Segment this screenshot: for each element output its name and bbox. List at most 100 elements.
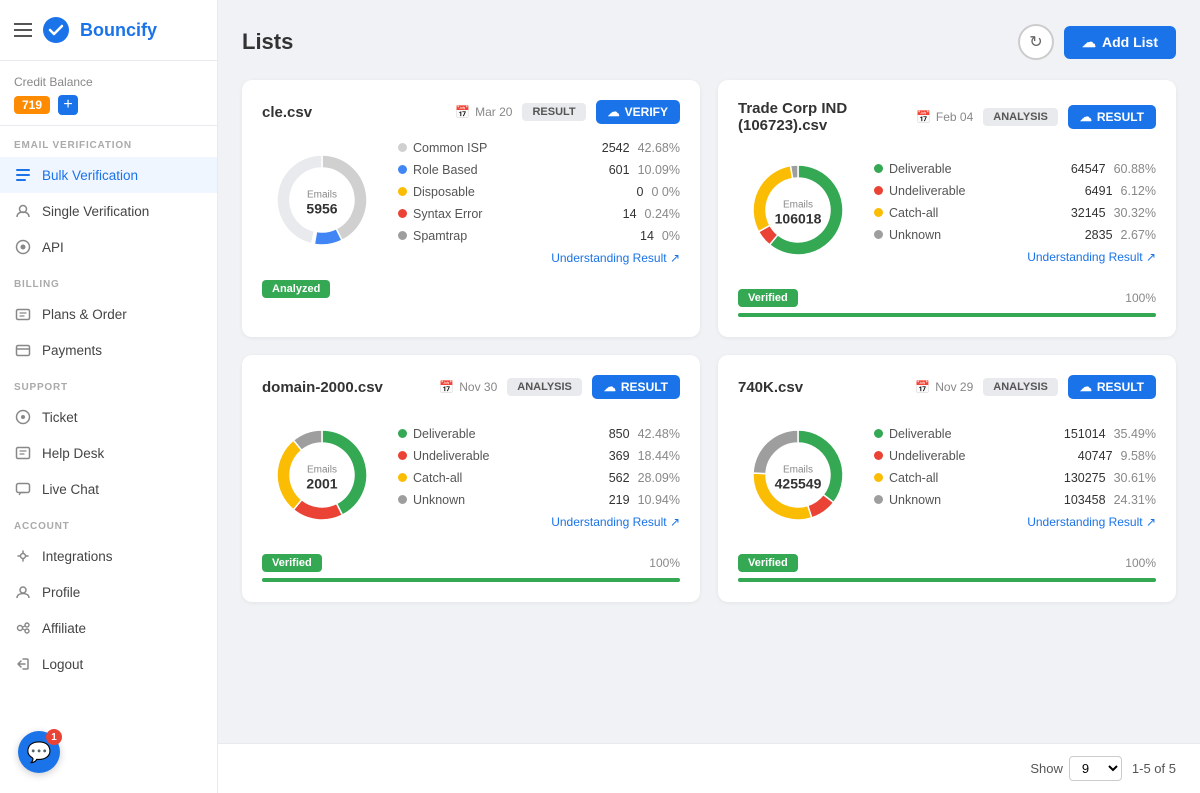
sidebar-item-help-desk[interactable]: Help Desk	[0, 435, 217, 471]
sidebar-item-plans-order[interactable]: Plans & Order	[0, 296, 217, 332]
stat-dot	[874, 495, 883, 504]
action-button-result[interactable]: ☁ RESULT	[592, 375, 680, 399]
stat-label: Catch-all	[413, 471, 599, 485]
credit-amount-badge: 719	[14, 96, 50, 114]
action-button-result[interactable]: ☁ RESULT	[1068, 375, 1156, 399]
stat-dot	[874, 208, 883, 217]
stat-row: Catch-all 32145 30.32%	[874, 206, 1156, 220]
sidebar-nav: EMAIL VERIFICATIONBulk VerificationSingl…	[0, 126, 217, 682]
stat-row: Undeliverable 6491 6.12%	[874, 184, 1156, 198]
sidebar-section-label: ACCOUNT	[0, 507, 217, 538]
stat-pct: 30.32%	[1114, 206, 1156, 220]
stat-pct: 0 0%	[652, 185, 681, 199]
sidebar-section-label: BILLING	[0, 265, 217, 296]
stat-value: 850	[609, 427, 630, 441]
stat-label: Unknown	[413, 493, 599, 507]
stat-dot	[398, 165, 407, 174]
stats-list: Deliverable 850 42.48% Undeliverable 369…	[398, 427, 680, 529]
badge-type: ANALYSIS	[983, 108, 1058, 126]
stat-label: Role Based	[413, 163, 599, 177]
stat-pct: 24.31%	[1114, 493, 1156, 507]
stat-value: 601	[609, 163, 630, 177]
sidebar-icon-plans-order	[14, 305, 32, 323]
stat-value: 562	[609, 471, 630, 485]
card-date: 📅 Mar 20	[455, 105, 512, 119]
stat-pct: 18.44%	[638, 449, 680, 463]
stats-list: Deliverable 151014 35.49% Undeliverable …	[874, 427, 1156, 529]
verified-badge: Verified	[738, 554, 798, 572]
sidebar-label-help-desk: Help Desk	[42, 446, 104, 461]
sidebar-item-payments[interactable]: Payments	[0, 332, 217, 368]
add-list-label: Add List	[1102, 34, 1158, 50]
stat-label: Deliverable	[889, 427, 1054, 441]
sidebar-item-profile[interactable]: Profile	[0, 574, 217, 610]
sidebar-item-bulk-verification[interactable]: Bulk Verification	[0, 157, 217, 193]
stat-pct: 0%	[662, 229, 680, 243]
sidebar-label-logout: Logout	[42, 657, 83, 672]
card-name: 740K.csv	[738, 379, 905, 396]
credit-balance-section: Credit Balance 719 +	[0, 61, 217, 126]
donut-chart: Emails 5956	[262, 140, 382, 265]
cloud-icon: ☁	[1080, 110, 1092, 124]
card-header: domain-2000.csv 📅 Nov 30 ANALYSIS ☁ RESU…	[262, 375, 680, 399]
chat-bubble-button[interactable]: 💬 1	[18, 731, 60, 773]
stat-label: Syntax Error	[413, 207, 613, 221]
emails-count: 2001	[306, 475, 337, 491]
stat-label: Disposable	[413, 185, 627, 199]
show-select: Show 9 18 27	[1030, 756, 1122, 781]
badge-type: ANALYSIS	[507, 378, 582, 396]
credit-balance-label: Credit Balance	[14, 75, 203, 89]
understanding-result-link[interactable]: Understanding Result ↗	[874, 250, 1156, 264]
verified-badge: Verified	[262, 554, 322, 572]
stat-dot	[398, 451, 407, 460]
sidebar-icon-live-chat	[14, 480, 32, 498]
stat-row: Unknown 2835 2.67%	[874, 228, 1156, 242]
action-button-result[interactable]: ☁ RESULT	[1068, 105, 1156, 129]
main-area: Lists ↻ ☁ Add List cle.csv 📅 Mar 20 RESU…	[218, 0, 1200, 793]
stat-pct: 42.68%	[638, 141, 680, 155]
sidebar-label-payments: Payments	[42, 343, 102, 358]
stat-label: Common ISP	[413, 141, 592, 155]
stat-pct: 10.09%	[638, 163, 680, 177]
sidebar-icon-help-desk	[14, 444, 32, 462]
sidebar-item-logout[interactable]: Logout	[0, 646, 217, 682]
progress-bar-wrap	[738, 313, 1156, 317]
stat-value: 2835	[1085, 228, 1113, 242]
pagination-range: 1-5 of 5	[1132, 761, 1176, 776]
stat-row: Unknown 219 10.94%	[398, 493, 680, 507]
understanding-result-link[interactable]: Understanding Result ↗	[874, 515, 1156, 529]
progress-bar-wrap	[262, 578, 680, 582]
card-cle-csv: cle.csv 📅 Mar 20 RESULT ☁ VERIFY Emails …	[242, 80, 700, 337]
sidebar-item-api[interactable]: API	[0, 229, 217, 265]
sidebar-item-ticket[interactable]: Ticket	[0, 399, 217, 435]
sidebar-item-single-verification[interactable]: Single Verification	[0, 193, 217, 229]
sidebar-icon-integrations	[14, 547, 32, 565]
card-name: Trade Corp IND (106723).csv	[738, 100, 906, 134]
stat-pct: 35.49%	[1114, 427, 1156, 441]
emails-count: 425549	[775, 475, 822, 491]
progress-bar	[262, 578, 680, 582]
sidebar-icon-api	[14, 238, 32, 256]
stat-dot	[398, 495, 407, 504]
understanding-result-link[interactable]: Understanding Result ↗	[398, 515, 680, 529]
per-page-dropdown[interactable]: 9 18 27	[1069, 756, 1122, 781]
credit-add-button[interactable]: +	[58, 95, 78, 115]
sidebar-item-integrations[interactable]: Integrations	[0, 538, 217, 574]
stat-value: 14	[640, 229, 654, 243]
hamburger-menu[interactable]	[14, 23, 32, 37]
stat-pct: 0.24%	[645, 207, 680, 221]
emails-label: Emails	[306, 464, 337, 475]
refresh-button[interactable]: ↻	[1018, 24, 1054, 60]
verified-badge: Verified	[738, 289, 798, 307]
main-content: Lists ↻ ☁ Add List cle.csv 📅 Mar 20 RESU…	[218, 0, 1200, 743]
card-name: cle.csv	[262, 104, 445, 121]
sidebar-item-live-chat[interactable]: Live Chat	[0, 471, 217, 507]
stat-pct: 42.48%	[638, 427, 680, 441]
understanding-result-link[interactable]: Understanding Result ↗	[398, 251, 680, 265]
sidebar-item-affiliate[interactable]: Affiliate	[0, 610, 217, 646]
action-button-verify[interactable]: ☁ VERIFY	[596, 100, 680, 124]
stat-pct: 9.58%	[1121, 449, 1156, 463]
sidebar-icon-affiliate	[14, 619, 32, 637]
sidebar-icon-payments	[14, 341, 32, 359]
add-list-button[interactable]: ☁ Add List	[1064, 26, 1176, 59]
